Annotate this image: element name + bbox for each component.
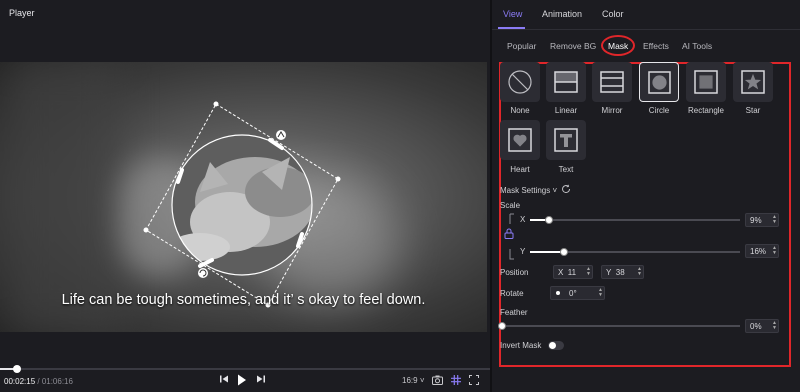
time-separator: /	[35, 377, 42, 386]
subtab-remove-bg[interactable]: Remove BG	[550, 41, 596, 51]
feather-input[interactable]: 0% ▲ ▼	[745, 319, 779, 333]
player-title: Player	[9, 8, 35, 18]
prev-frame-icon[interactable]	[219, 374, 229, 389]
rotate-value: 0°	[569, 289, 577, 298]
position-y-value: 38	[615, 268, 625, 277]
shape-star-button[interactable]	[733, 62, 773, 102]
main-tabs: View Animation Color	[492, 0, 800, 30]
rotate-handle-icon[interactable]	[198, 268, 208, 278]
fullscreen-icon[interactable]	[469, 375, 479, 389]
shape-star-label: Star	[745, 106, 761, 115]
rotate-dial-icon	[556, 291, 560, 295]
feather-value: 0%	[750, 322, 762, 331]
properties-panel: View Animation Color Popular Remove BG M…	[492, 0, 800, 392]
grid-icon[interactable]	[451, 375, 461, 389]
stepper-icon[interactable]: ▲ ▼	[772, 246, 777, 256]
subtab-popular[interactable]: Popular	[507, 41, 536, 51]
heart-icon	[508, 128, 532, 152]
position-x-value: 11	[567, 268, 577, 277]
tab-animation[interactable]: Animation	[542, 9, 582, 19]
play-icon[interactable]	[237, 374, 247, 391]
shape-circle-button[interactable]	[639, 62, 679, 102]
tab-view[interactable]: View	[503, 9, 522, 19]
scale-x-slider[interactable]	[544, 216, 553, 224]
mask-tab-highlight	[601, 35, 635, 56]
invert-mask-toggle[interactable]	[548, 341, 564, 350]
time-display: 00:02:15 / 01:06:16	[4, 377, 73, 386]
position-x-input[interactable]: X 11 ▲ ▼	[553, 265, 593, 279]
mirror-icon	[600, 71, 624, 93]
scale-y-value: 16%	[750, 247, 767, 256]
circle-icon	[648, 71, 671, 94]
camera-icon[interactable]	[432, 375, 443, 389]
aspect-ratio-dropdown[interactable]: 16:9 ˅	[402, 376, 424, 385]
feather-label: Feather	[500, 308, 528, 317]
scale-x-input[interactable]: 9% ▲ ▼	[745, 213, 779, 227]
scale-x-track[interactable]	[530, 219, 740, 221]
next-frame-icon[interactable]	[256, 374, 266, 389]
invert-mask-label: Invert Mask	[500, 341, 542, 350]
mask-settings-header[interactable]: Mask Settings ˅	[500, 186, 557, 195]
shape-text-label: Text	[558, 165, 574, 174]
scale-x-value: 9%	[750, 216, 762, 225]
feather-handle-icon[interactable]	[276, 130, 286, 140]
chevron-down-icon: ˅	[552, 186, 558, 195]
video-preview[interactable]: Life can be tough sometimes, and it’ s o…	[0, 62, 487, 332]
position-y-axis: Y	[606, 268, 612, 277]
reset-icon[interactable]	[561, 184, 571, 196]
mask-settings-label: Mask Settings	[500, 186, 551, 195]
none-icon	[508, 70, 532, 94]
feather-slider[interactable]	[498, 322, 506, 330]
scale-x-label: X	[520, 215, 526, 224]
position-label: Position	[500, 268, 529, 277]
rectangle-icon	[694, 70, 718, 94]
star-icon	[741, 70, 765, 94]
timeline-track[interactable]	[0, 368, 490, 370]
shape-none-button[interactable]	[500, 62, 540, 102]
scale-label: Scale	[500, 201, 521, 210]
scale-y-label: Y	[520, 247, 526, 256]
linear-icon	[554, 71, 578, 93]
tab-color[interactable]: Color	[602, 9, 624, 19]
shape-text-button[interactable]	[546, 120, 586, 160]
shape-heart-button[interactable]	[500, 120, 540, 160]
rotate-label: Rotate	[500, 289, 524, 298]
chevron-down-icon: ˅	[419, 376, 425, 385]
stepper-icon[interactable]: ▲ ▼	[598, 288, 603, 298]
player-panel: Player Life can be tough sometimes, and …	[0, 0, 490, 392]
stepper-icon[interactable]: ▲ ▼	[772, 321, 777, 331]
text-icon	[554, 128, 578, 152]
rotate-input[interactable]: 0° ▲ ▼	[550, 286, 605, 300]
shape-rectangle-button[interactable]	[686, 62, 726, 102]
shape-mirror-button[interactable]	[592, 62, 632, 102]
shape-linear-button[interactable]	[546, 62, 586, 102]
aspect-ratio-value: 16:9	[402, 376, 418, 385]
position-y-input[interactable]: Y 38 ▲ ▼	[601, 265, 644, 279]
feather-track[interactable]	[502, 325, 740, 327]
subtitle-text: Life can be tough sometimes, and it’ s o…	[61, 292, 426, 308]
active-tab-indicator	[498, 27, 525, 29]
position-x-axis: X	[558, 268, 564, 277]
subtab-ai-tools[interactable]: AI Tools	[682, 41, 712, 51]
lock-icon[interactable]	[504, 228, 514, 241]
subtab-effects[interactable]: Effects	[643, 41, 669, 51]
scale-y-slider[interactable]	[559, 248, 568, 256]
timeline-playhead[interactable]	[13, 365, 22, 373]
scale-y-input[interactable]: 16% ▲ ▼	[745, 244, 779, 258]
stepper-icon[interactable]: ▲ ▼	[586, 267, 591, 277]
total-time: 01:06:16	[41, 377, 73, 386]
stepper-icon[interactable]: ▲ ▼	[637, 267, 642, 277]
current-time: 00:02:15	[4, 377, 36, 386]
scale-y-fill	[530, 251, 564, 253]
stepper-icon[interactable]: ▲ ▼	[772, 215, 777, 225]
